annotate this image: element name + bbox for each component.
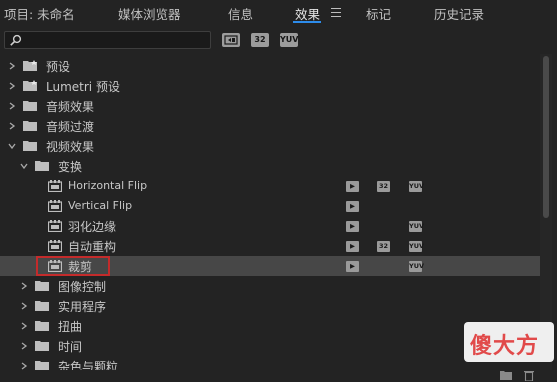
chevron-down-icon[interactable]: [20, 162, 28, 170]
preset-folder-icon: [23, 80, 37, 91]
chevron-right-icon[interactable]: [8, 122, 16, 130]
tree-row-vertical-flip[interactable]: Vertical Flip ▶: [0, 196, 540, 216]
new-folder-icon[interactable]: [500, 370, 512, 380]
accelerated-badge: ▶: [346, 201, 359, 212]
folder-icon: [35, 321, 49, 331]
folder-icon: [23, 141, 37, 151]
folder-icon: [35, 361, 49, 370]
32bit-badge: 32: [377, 241, 390, 252]
tab-project[interactable]: 项目: 未命名: [4, 4, 75, 23]
tree-row-label: 音频过渡: [46, 120, 95, 134]
folder-icon: [35, 281, 49, 291]
tree-row-noise-grain[interactable]: 杂色与颗粒: [0, 356, 540, 370]
folder-icon: [23, 101, 37, 111]
tree-row-label: 自动重构: [68, 240, 117, 254]
yuv-badge: YUV: [409, 181, 425, 192]
accelerated-badge: ▶: [346, 241, 359, 252]
bottom-bar: [0, 370, 557, 382]
effects-tree: 预设 Lumetri 预设 音频效果 音频过渡 视频效果 变换 Horizont…: [0, 54, 540, 370]
search-input[interactable]: [4, 31, 211, 49]
tab-media-browser[interactable]: 媒体浏览器: [118, 4, 181, 23]
watermark-text: 傻大方: [470, 334, 540, 359]
search-icon: [10, 34, 22, 46]
delete-icon[interactable]: [524, 370, 534, 381]
accelerated-icon: [224, 35, 238, 45]
preset-folder-icon: [23, 60, 37, 71]
effect-icon: [48, 200, 62, 212]
tree-row-auto-reframe[interactable]: 自动重构 ▶ 32 YUV: [0, 236, 540, 256]
yuv-badge: YUV: [409, 241, 425, 252]
tab-history[interactable]: 历史记录: [434, 4, 484, 23]
folder-icon: [23, 121, 37, 131]
tab-info[interactable]: 信息: [228, 4, 253, 23]
32bit-filter-button[interactable]: 32: [251, 33, 269, 47]
tree-row-audio-effects[interactable]: 音频效果: [0, 96, 540, 116]
tree-row-label: 羽化边缘: [68, 220, 117, 234]
accelerated-effects-filter-button[interactable]: [222, 33, 240, 47]
folder-icon: [35, 301, 49, 311]
effect-icon: [48, 240, 62, 252]
scrollbar-thumb[interactable]: [543, 56, 549, 218]
yuv-badge: YUV: [409, 221, 425, 232]
tree-row-label: 预设: [46, 60, 71, 74]
tree-row-feather-edges[interactable]: 羽化边缘 ▶ YUV: [0, 216, 540, 236]
tree-row-label: 时间: [58, 340, 83, 354]
tab-markers[interactable]: 标记: [366, 4, 391, 23]
tree-row-label: 实用程序: [58, 300, 107, 314]
watermark-logo: 傻大方: [464, 322, 554, 362]
accelerated-badge: ▶: [346, 221, 359, 232]
yuv-filter-button[interactable]: YUV: [280, 33, 298, 47]
tab-bar: 项目: 未命名 媒体浏览器 信息 效果 标记 历史记录: [0, 0, 557, 25]
panel-menu-icon[interactable]: [331, 8, 341, 17]
effect-icon: [48, 180, 62, 192]
crop-highlight-box: [36, 256, 110, 276]
yuv-badge: YUV: [409, 261, 425, 272]
chevron-right-icon[interactable]: [20, 362, 28, 370]
chevron-right-icon[interactable]: [20, 302, 28, 310]
tree-row-image-control[interactable]: 图像控制: [0, 276, 540, 296]
folder-icon: [35, 341, 49, 351]
tree-row-transform[interactable]: 变换: [0, 156, 540, 176]
chevron-right-icon[interactable]: [20, 342, 28, 350]
chevron-right-icon[interactable]: [8, 82, 16, 90]
chevron-right-icon[interactable]: [8, 102, 16, 110]
chevron-right-icon[interactable]: [20, 322, 28, 330]
tree-row-label: 音频效果: [46, 100, 95, 114]
tree-row-time[interactable]: 时间: [0, 336, 540, 356]
tree-row-label: 变换: [58, 160, 83, 174]
tree-row-label: 扭曲: [58, 320, 83, 334]
tree-row-audio-transitions[interactable]: 音频过渡: [0, 116, 540, 136]
tree-row-horizontal-flip[interactable]: Horizontal Flip ▶ 32 YUV: [0, 176, 540, 196]
tree-row-label: 杂色与颗粒: [58, 360, 119, 370]
tree-row-presets[interactable]: 预设: [0, 56, 540, 76]
chevron-right-icon[interactable]: [8, 62, 16, 70]
effect-icon: [48, 220, 62, 232]
folder-icon: [35, 161, 49, 171]
active-tab-indicator: [293, 21, 321, 23]
tree-row-label: 图像控制: [58, 280, 107, 294]
chevron-down-icon[interactable]: [8, 142, 16, 150]
tree-row-distort[interactable]: 扭曲: [0, 316, 540, 336]
tree-row-label: Lumetri 预设: [46, 80, 120, 94]
tree-row-lumetri-presets[interactable]: Lumetri 预设: [0, 76, 540, 96]
chevron-right-icon[interactable]: [20, 282, 28, 290]
tree-row-video-effects[interactable]: 视频效果: [0, 136, 540, 156]
tree-row-label: Horizontal Flip: [68, 179, 148, 192]
tree-row-label: Vertical Flip: [68, 199, 133, 212]
accelerated-badge: ▶: [346, 261, 359, 272]
tree-row-utility[interactable]: 实用程序: [0, 296, 540, 316]
accelerated-badge: ▶: [346, 181, 359, 192]
tree-row-label: 视频效果: [46, 140, 95, 154]
32bit-badge: 32: [377, 181, 390, 192]
